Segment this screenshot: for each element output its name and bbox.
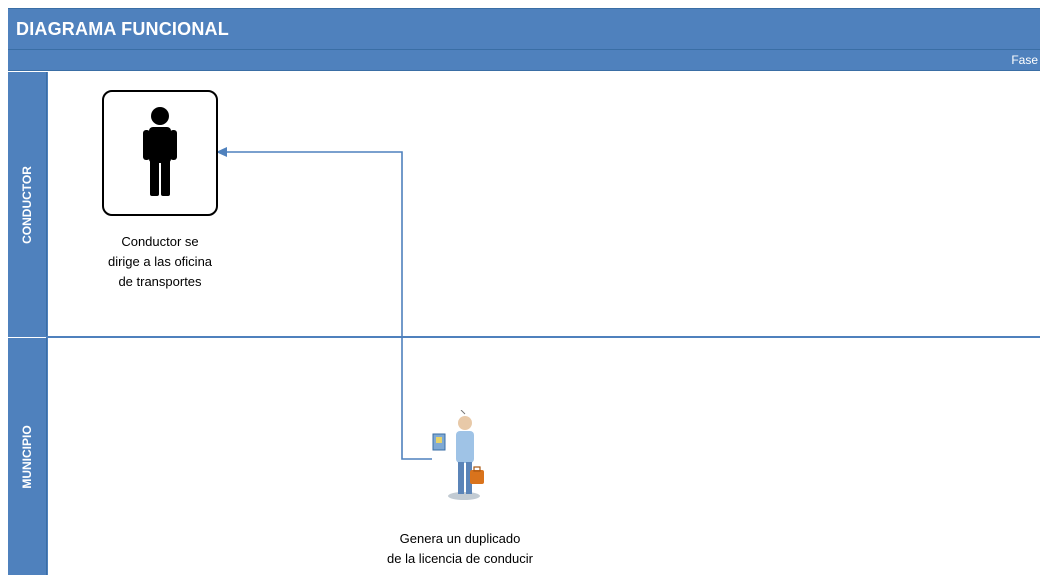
- connector-line: [226, 151, 432, 460]
- person-icon: [143, 107, 177, 196]
- conductor-node-label: Conductor se dirige a las oficina de tra…: [107, 234, 213, 289]
- conductor-node: [102, 90, 218, 216]
- municipio-node-label: Genera un duplicado de la licencia de co…: [387, 531, 533, 566]
- worker-icon: [432, 410, 484, 500]
